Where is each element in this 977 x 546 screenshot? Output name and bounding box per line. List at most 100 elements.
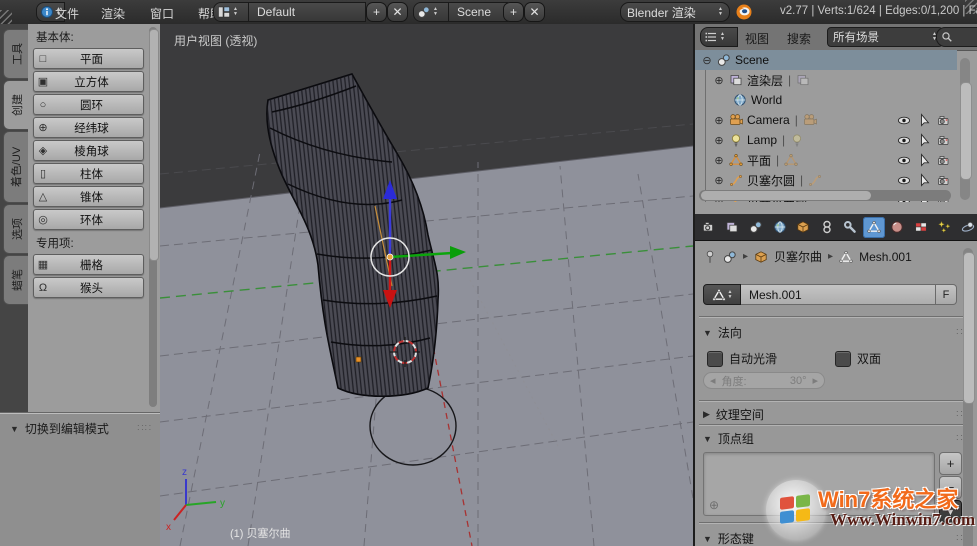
outliner-filter-dropdown[interactable]: 所有场景 ▲▼ bbox=[827, 27, 943, 47]
vertex-groups-panel-header[interactable]: ▼ 顶点组 ∷∷ bbox=[703, 430, 971, 447]
collapse-icon[interactable]: ⊖ bbox=[701, 54, 713, 67]
outliner-editor-type-selector[interactable]: ▲▼ bbox=[700, 27, 738, 47]
texture-space-panel-header[interactable]: ▶ 纹理空间 ∷∷ bbox=[703, 406, 971, 423]
add-layout-button[interactable]: + bbox=[366, 2, 387, 22]
close-layout-button[interactable]: ✕ bbox=[387, 2, 408, 22]
tab-tools[interactable]: 工具 bbox=[3, 29, 29, 79]
stepper-arrows[interactable]: ▲▼ bbox=[718, 7, 723, 17]
tab-create[interactable]: 创建 bbox=[3, 80, 29, 130]
fake-user-button[interactable]: F bbox=[936, 284, 957, 305]
screen-layout-field[interactable]: Default bbox=[248, 2, 366, 22]
close-scene-button[interactable]: ✕ bbox=[524, 2, 545, 22]
tab-modifiers[interactable] bbox=[839, 217, 861, 238]
add-circle-button[interactable]: ○圆环 bbox=[33, 94, 144, 115]
object-icon[interactable] bbox=[754, 250, 768, 264]
outliner-row-lamp[interactable]: ⊕ Lamp | bbox=[713, 130, 804, 150]
scene-icon[interactable] bbox=[723, 250, 737, 264]
tab-material[interactable] bbox=[887, 217, 909, 238]
outliner-menu-view[interactable]: 视图 bbox=[745, 30, 769, 47]
menu-file[interactable]: 文件 bbox=[55, 5, 79, 22]
vertex-group-remove-button[interactable]: − bbox=[939, 476, 962, 499]
stepper-arrows[interactable]: ▲▼ bbox=[728, 290, 733, 300]
slider-right-arrow[interactable]: ▸ bbox=[812, 374, 818, 387]
stepper-arrows[interactable]: ▲▼ bbox=[233, 7, 238, 17]
stepper-arrows[interactable]: ▲▼ bbox=[720, 32, 725, 42]
slider-left-arrow[interactable]: ◂ bbox=[710, 374, 716, 387]
panel-collapse-icon[interactable]: ▼ bbox=[703, 328, 712, 338]
tab-world[interactable] bbox=[769, 217, 791, 238]
breadcrumb-object[interactable]: 贝塞尔曲 bbox=[774, 248, 822, 265]
tab-shading-uv[interactable]: 着色/UV bbox=[3, 131, 29, 203]
expand-icon[interactable]: ⊕ bbox=[713, 134, 725, 147]
tab-object[interactable] bbox=[792, 217, 814, 238]
panel-expand-icon[interactable]: ▶ bbox=[703, 409, 710, 420]
screen-layout-icon-chip[interactable]: ▲▼ bbox=[213, 2, 251, 22]
vertex-group-add-button[interactable]: + bbox=[939, 452, 962, 475]
panel-grip[interactable]: ∷∷ bbox=[137, 423, 152, 434]
vertex-groups-list[interactable]: ⊕ bbox=[703, 452, 935, 516]
expand-icon[interactable]: ⊕ bbox=[713, 154, 725, 167]
mesh-datablock-selector[interactable]: ▲▼ bbox=[703, 284, 741, 305]
tab-texture[interactable] bbox=[910, 217, 932, 238]
lamp-restrict-toggles[interactable] bbox=[897, 133, 951, 147]
breadcrumb-data[interactable]: Mesh.001 bbox=[859, 250, 912, 264]
tab-render-layers[interactable] bbox=[722, 217, 744, 238]
pin-icon[interactable] bbox=[703, 250, 717, 264]
render-engine-selector[interactable]: Blender 渲染 ▲▼ bbox=[620, 2, 730, 22]
outliner-search-field[interactable] bbox=[936, 27, 977, 47]
add-ico-sphere-button[interactable]: ◈棱角球 bbox=[33, 140, 144, 161]
menu-window[interactable]: 窗口 bbox=[150, 5, 174, 22]
outliner-row-bezier-circle[interactable]: ⊕ 贝塞尔圆 | bbox=[713, 170, 822, 190]
add-cylinder-button[interactable]: ▯柱体 bbox=[33, 163, 144, 184]
menu-render[interactable]: 渲染 bbox=[101, 5, 125, 22]
camera-restrict-toggles[interactable] bbox=[897, 113, 951, 127]
add-grid-button[interactable]: ▦栅格 bbox=[33, 254, 144, 275]
stepper-arrows[interactable]: ▲▼ bbox=[433, 7, 438, 17]
mesh-name-field[interactable]: Mesh.001 bbox=[741, 284, 936, 305]
shape-keys-panel-header[interactable]: ▼ 形态键 ∷∷ bbox=[703, 530, 971, 546]
tab-scene[interactable] bbox=[745, 217, 767, 238]
expand-icon[interactable]: ⊕ bbox=[713, 74, 725, 87]
tab-options[interactable]: 选项 bbox=[3, 204, 29, 254]
outliner-row-plane[interactable]: ⊕ 平面 | bbox=[713, 150, 798, 170]
outliner-hscrollbar-thumb[interactable] bbox=[701, 191, 871, 200]
last-operator-title[interactable]: 切换到编辑模式 bbox=[25, 420, 109, 437]
panel-collapse-icon[interactable]: ▼ bbox=[10, 424, 19, 434]
properties-scrollbar-thumb[interactable] bbox=[963, 252, 975, 404]
add-plane-button[interactable]: □平面 bbox=[33, 48, 144, 69]
scene-field[interactable]: Scene bbox=[448, 2, 508, 22]
auto-smooth-checkbox[interactable] bbox=[707, 351, 723, 367]
auto-smooth-angle-slider[interactable]: ◂ 角度: 30° ▸ bbox=[703, 372, 825, 389]
add-cone-button[interactable]: △锥体 bbox=[33, 186, 144, 207]
tab-constraints[interactable] bbox=[816, 217, 838, 238]
add-cube-button[interactable]: ▣立方体 bbox=[33, 71, 144, 92]
outliner-row-scene[interactable]: ⊖ Scene bbox=[695, 50, 957, 70]
add-torus-button[interactable]: ◎环体 bbox=[33, 209, 144, 230]
tab-object-data[interactable] bbox=[863, 217, 885, 238]
add-scene-button[interactable]: + bbox=[503, 2, 524, 22]
expand-icon[interactable]: ⊕ bbox=[713, 114, 725, 127]
double-sided-checkbox[interactable] bbox=[835, 351, 851, 367]
vertex-group-specials-button[interactable]: ▼ bbox=[939, 500, 962, 523]
add-uv-sphere-button[interactable]: ⊕经纬球 bbox=[33, 117, 144, 138]
add-monkey-button[interactable]: Ω猴头 bbox=[33, 277, 144, 298]
tab-render[interactable] bbox=[698, 217, 720, 238]
toolshelf-scrollbar-thumb[interactable] bbox=[149, 29, 159, 261]
outliner-row-render-layers[interactable]: ⊕ 渲染层 | bbox=[713, 70, 810, 90]
outliner-vscrollbar-thumb[interactable] bbox=[960, 82, 972, 180]
outliner-menu-search[interactable]: 搜索 bbox=[787, 30, 811, 47]
bezier-circle-restrict-toggles[interactable] bbox=[897, 173, 951, 187]
mesh-data-icon[interactable] bbox=[839, 250, 853, 264]
outliner-row-world[interactable]: World bbox=[733, 90, 782, 110]
tab-particles[interactable] bbox=[934, 217, 956, 238]
normals-panel-header[interactable]: ▼ 法向 ∷∷ bbox=[703, 324, 971, 341]
panel-collapse-icon[interactable]: ▼ bbox=[703, 534, 712, 544]
tab-grease-pencil[interactable]: 蜡笔 bbox=[3, 255, 29, 305]
window-resize-grip[interactable] bbox=[0, 10, 12, 24]
panel-collapse-icon[interactable]: ▼ bbox=[703, 434, 712, 444]
3d-viewport[interactable]: z y x 用户视图 (透视) (1) 贝塞尔曲 bbox=[160, 24, 693, 546]
plane-restrict-toggles[interactable] bbox=[897, 153, 951, 167]
tab-physics[interactable] bbox=[957, 217, 977, 238]
scene-icon-chip[interactable]: ▲▼ bbox=[413, 2, 451, 22]
list-add-icon[interactable]: ⊕ bbox=[709, 498, 719, 512]
